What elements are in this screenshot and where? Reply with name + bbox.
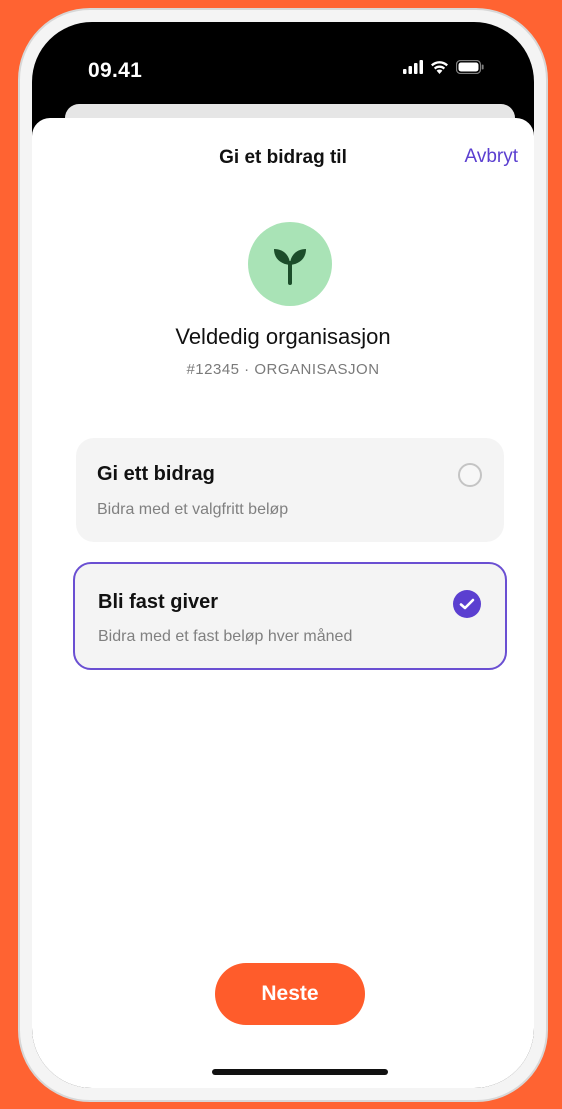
next-button[interactable]: Neste bbox=[215, 963, 365, 1025]
organization-subtitle: #12345 · ORGANISASJON bbox=[186, 361, 380, 378]
status-time: 09.41 bbox=[88, 59, 143, 82]
sprout-icon bbox=[274, 249, 306, 285]
option-one-time[interactable]: Gi ett bidrag Bidra med et valgfritt bel… bbox=[76, 438, 504, 542]
phone-frame: 09.41 Gi et bidrag til Avbryt Veldedig o… bbox=[18, 8, 548, 1102]
organization-name: Veldedig organisasjon bbox=[175, 324, 391, 349]
option-description: Bidra med et fast beløp hver måned bbox=[98, 628, 353, 645]
radio-checked-icon[interactable] bbox=[453, 590, 481, 618]
wifi-icon bbox=[431, 61, 448, 74]
battery-icon bbox=[456, 60, 484, 74]
signal-icon bbox=[403, 60, 423, 74]
home-indicator bbox=[212, 1069, 388, 1075]
option-title: Bli fast giver bbox=[98, 591, 219, 613]
phone-screen: 09.41 Gi et bidrag til Avbryt Veldedig o… bbox=[32, 22, 534, 1088]
status-bar: 09.41 bbox=[32, 22, 534, 82]
status-icons bbox=[403, 60, 484, 74]
cancel-button[interactable]: Avbryt bbox=[464, 146, 518, 168]
checkmark-icon bbox=[459, 598, 475, 610]
organization-avatar bbox=[248, 222, 332, 306]
option-recurring[interactable]: Bli fast giver Bidra med et fast beløp h… bbox=[73, 562, 507, 670]
option-title: Gi ett bidrag bbox=[97, 463, 215, 485]
option-description: Bidra med et valgfritt beløp bbox=[97, 501, 289, 518]
sheet-title: Gi et bidrag til bbox=[219, 147, 347, 168]
radio-unselected-icon[interactable] bbox=[458, 463, 482, 487]
